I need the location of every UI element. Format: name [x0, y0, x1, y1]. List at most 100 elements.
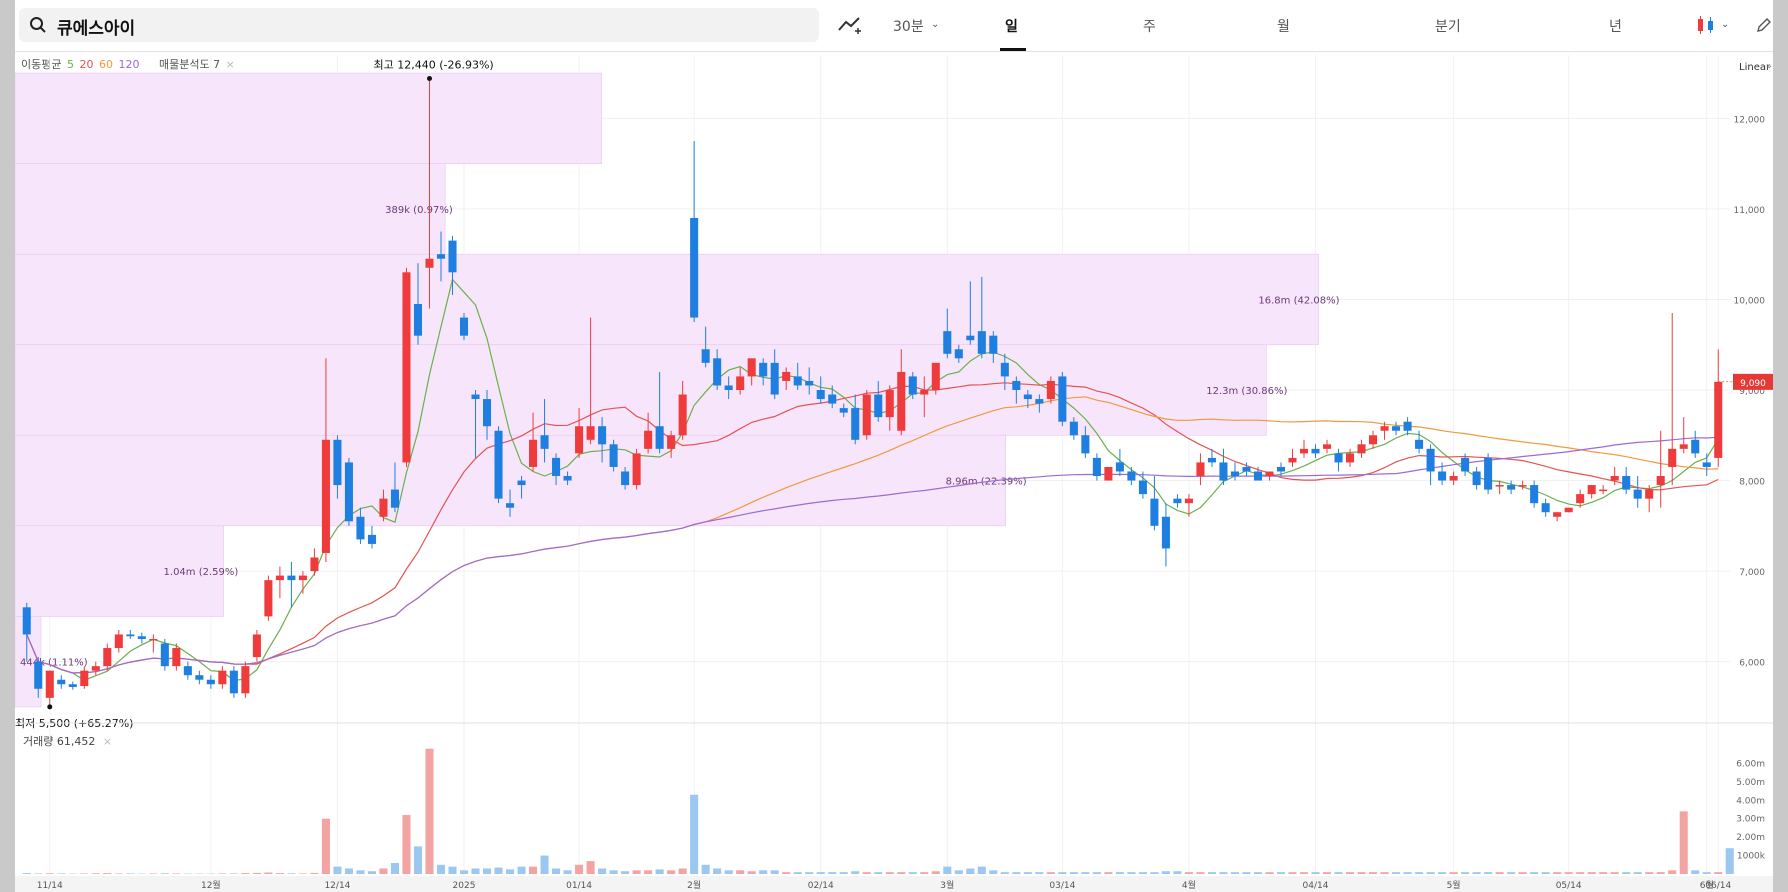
candle-body [1622, 476, 1631, 490]
candle-body [379, 498, 388, 517]
volume-bar [1161, 871, 1170, 874]
candle-body [45, 670, 54, 698]
volume-bar [1035, 872, 1044, 874]
high-marker [426, 76, 432, 82]
candle-body [1403, 421, 1412, 431]
volume-bar [91, 873, 100, 874]
candle-body [471, 394, 480, 400]
volume-bar [172, 873, 181, 874]
candle-body [736, 376, 745, 390]
volume-profile-label: 16.8m (42.08%) [1258, 295, 1339, 306]
volume-bar [851, 871, 860, 874]
candle-body [1150, 498, 1159, 526]
candle-body [989, 335, 998, 354]
volume-bar [1265, 872, 1274, 874]
candle-body [1173, 498, 1182, 504]
price-chart[interactable]: 16.8m (42.08%)12.3m (30.86%)8.96m (22.39… [15, 0, 1773, 892]
candle-body [1161, 516, 1170, 549]
volume-bar [1299, 872, 1309, 874]
candle-body [839, 408, 848, 413]
volume-bar [1184, 872, 1193, 874]
candle-body [126, 634, 135, 637]
candle-body [1380, 426, 1389, 431]
chart-window: 큐에스아이 30분 ⌄ 일 주 월 분기 년 ⌄ 이동평균 5 20 60 12… [15, 0, 1773, 892]
volume-bar [759, 870, 768, 874]
candle-body [897, 371, 906, 431]
candle-body [1058, 376, 1067, 422]
candle-body [506, 503, 515, 508]
volume-bar [298, 873, 307, 874]
volume-bar [1553, 872, 1562, 874]
candle-body [1023, 394, 1032, 400]
candle-body [1127, 471, 1136, 481]
candle-body [552, 457, 561, 477]
candle-body [1334, 453, 1343, 463]
volume-bar [448, 866, 457, 874]
volume-bar [609, 870, 618, 874]
volume-bar [379, 868, 388, 874]
volume-bar [160, 873, 169, 874]
candle-body [1461, 457, 1470, 472]
candle-body [563, 476, 572, 481]
candle-body [1415, 439, 1424, 449]
volume-profile-bar [15, 72, 602, 164]
volume-bar [931, 871, 940, 874]
volume-bar [425, 748, 434, 874]
candle-body [1012, 380, 1021, 390]
volume-bar [713, 868, 722, 874]
candle-body [1265, 471, 1274, 477]
candle-body [436, 254, 446, 259]
volume-bar [1564, 872, 1573, 874]
volume-bar [1495, 872, 1504, 874]
volume-bar [954, 870, 963, 874]
volume-bar [690, 794, 699, 874]
candle-body [149, 638, 158, 641]
x-tick-label: 2월 [687, 879, 701, 891]
candle-body [1253, 471, 1263, 481]
volume-bar [1322, 872, 1332, 874]
candle-body [1576, 494, 1585, 504]
volume-bar [241, 873, 250, 874]
candle-body [931, 362, 940, 390]
candle-body [782, 371, 791, 381]
x-tick-label: 03/14 [1049, 881, 1075, 891]
candle-body [264, 580, 273, 617]
volume-profile-bar [15, 344, 1267, 436]
candle-body [805, 380, 814, 386]
x-tick-label: 05/14 [1556, 881, 1582, 891]
candle-body [920, 390, 929, 395]
volume-bar [1633, 872, 1642, 874]
volume-bar [874, 872, 883, 874]
volume-bar [529, 866, 538, 874]
candle-body [1322, 444, 1332, 449]
candle-body [57, 679, 66, 685]
candle-body [252, 634, 261, 658]
volume-bar [1691, 870, 1700, 874]
volume-bar [782, 872, 791, 874]
volume-bar [667, 870, 676, 874]
volume-tick-label: 2.00m [1736, 833, 1765, 843]
volume-bar [344, 868, 353, 874]
volume-bar [1668, 870, 1677, 874]
candle-body [1184, 498, 1193, 504]
volume-bar [22, 873, 31, 874]
volume-bar [1115, 872, 1124, 874]
candle-body [862, 394, 871, 436]
volume-bar [80, 873, 89, 874]
volume-tick-label: 3.00m [1736, 815, 1765, 825]
volume-bar [252, 872, 261, 874]
candle-body [1587, 485, 1596, 495]
close-icon[interactable]: × [103, 735, 112, 748]
y-tick-label: 12,000 [1734, 115, 1766, 125]
candle-body [1633, 489, 1642, 499]
volume-bar [1311, 872, 1320, 874]
volume-bar [45, 873, 54, 874]
volume-bar [1046, 872, 1055, 874]
volume-bar [598, 868, 607, 874]
candle-body [413, 303, 423, 336]
volume-bar [1426, 872, 1435, 874]
candle-body [218, 670, 227, 685]
volume-bar [1449, 872, 1458, 874]
candle-body [575, 426, 584, 454]
volume-bar [264, 872, 273, 874]
